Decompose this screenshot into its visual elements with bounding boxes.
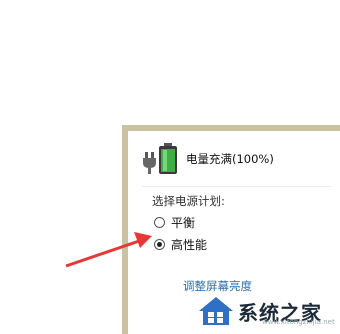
- power-plan-label-high-performance: 高性能: [171, 237, 208, 252]
- divider: [142, 186, 332, 187]
- battery-status-row: 电量充满(100%): [142, 141, 332, 177]
- power-plan-heading: 选择电源计划:: [152, 194, 225, 208]
- radio-button-balanced[interactable]: [154, 216, 165, 228]
- watermark: 系统之家: [196, 288, 340, 334]
- watermark-url: www.xitongzhijia.net: [262, 318, 335, 326]
- power-plan-option-high-performance[interactable]: 高性能: [154, 235, 207, 253]
- power-plan-option-balanced[interactable]: 平衡: [154, 213, 195, 231]
- radio-button-high-performance[interactable]: [154, 238, 165, 250]
- battery-status-text: 电量充满(100%): [186, 152, 274, 166]
- battery-plugged-icon: [143, 143, 177, 174]
- power-plan-label-balanced: 平衡: [171, 215, 196, 230]
- house-logo-icon: [199, 297, 233, 325]
